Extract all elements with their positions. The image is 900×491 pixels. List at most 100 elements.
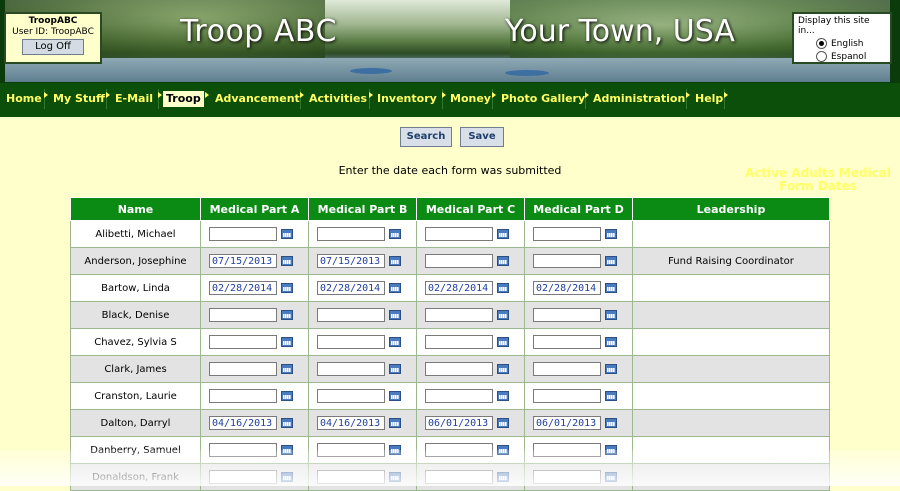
member-name: Clark, James — [70, 355, 201, 383]
date-input[interactable] — [533, 389, 601, 403]
calendar-icon[interactable] — [605, 364, 617, 374]
nav-my-stuff[interactable]: My Stuff — [50, 91, 108, 107]
calendar-icon[interactable] — [281, 391, 293, 401]
calendar-icon[interactable] — [497, 364, 509, 374]
save-button[interactable]: Save — [460, 127, 504, 147]
nav-administration[interactable]: Administration — [590, 91, 688, 107]
date-input[interactable] — [425, 389, 493, 403]
calendar-icon[interactable] — [605, 283, 617, 293]
date-input[interactable] — [317, 335, 385, 349]
date-input[interactable]: 07/15/2013 — [209, 254, 277, 268]
calendar-icon[interactable] — [497, 391, 509, 401]
calendar-icon[interactable] — [497, 256, 509, 266]
calendar-icon[interactable] — [281, 337, 293, 347]
nav-help[interactable]: Help — [692, 91, 726, 107]
date-cell — [200, 220, 309, 248]
calendar-icon[interactable] — [281, 256, 293, 266]
calendar-icon[interactable] — [389, 364, 401, 374]
date-input[interactable] — [533, 308, 601, 322]
date-cell — [308, 328, 417, 356]
date-input[interactable]: 04/16/2013 — [209, 416, 277, 430]
date-input[interactable] — [533, 227, 601, 241]
date-input[interactable] — [425, 308, 493, 322]
date-cell — [416, 382, 525, 410]
calendar-icon[interactable] — [497, 337, 509, 347]
date-input[interactable] — [209, 389, 277, 403]
nav-activities[interactable]: Activities — [306, 91, 370, 107]
date-input[interactable] — [209, 308, 277, 322]
date-input[interactable] — [317, 227, 385, 241]
date-input[interactable]: 02/28/2014 — [209, 281, 277, 295]
calendar-icon[interactable] — [497, 283, 509, 293]
nav-money[interactable]: Money — [447, 91, 494, 107]
leadership-cell — [632, 328, 830, 356]
calendar-icon[interactable] — [605, 229, 617, 239]
date-input[interactable]: 02/28/2014 — [425, 281, 493, 295]
date-input[interactable] — [425, 254, 493, 268]
calendar-icon[interactable] — [605, 256, 617, 266]
calendar-icon[interactable] — [605, 337, 617, 347]
date-input[interactable]: 07/15/2013 — [317, 254, 385, 268]
logoff-button[interactable]: Log Off — [22, 39, 84, 55]
banner-photo — [5, 0, 890, 82]
date-cell: 02/28/2014 — [416, 274, 525, 302]
date-input[interactable] — [425, 362, 493, 376]
calendar-icon[interactable] — [281, 229, 293, 239]
nav-home[interactable]: Home — [3, 91, 45, 107]
date-input[interactable] — [425, 227, 493, 241]
nav-inventory[interactable]: Inventory — [374, 91, 440, 107]
date-cell — [308, 220, 417, 248]
leadership-cell — [632, 409, 830, 437]
calendar-icon[interactable] — [497, 310, 509, 320]
date-input[interactable]: 06/01/2013 — [533, 416, 601, 430]
calendar-icon[interactable] — [497, 418, 509, 428]
date-input[interactable]: 06/01/2013 — [425, 416, 493, 430]
date-input[interactable] — [209, 362, 277, 376]
date-input[interactable] — [425, 335, 493, 349]
calendar-icon[interactable] — [605, 310, 617, 320]
date-input[interactable] — [209, 335, 277, 349]
date-input[interactable] — [533, 254, 601, 268]
language-option-english[interactable]: English — [798, 38, 886, 49]
calendar-icon[interactable] — [389, 310, 401, 320]
date-input[interactable]: 02/28/2014 — [317, 281, 385, 295]
column-header: Medical Part A — [200, 197, 309, 221]
calendar-icon[interactable] — [281, 418, 293, 428]
nav-photo-gallery[interactable]: Photo Gallery — [498, 91, 588, 107]
date-input[interactable] — [533, 362, 601, 376]
calendar-icon[interactable] — [605, 391, 617, 401]
calendar-icon[interactable] — [389, 391, 401, 401]
calendar-icon[interactable] — [605, 418, 617, 428]
radio-icon[interactable] — [816, 38, 827, 49]
radio-icon[interactable] — [816, 51, 827, 62]
date-cell — [416, 301, 525, 329]
calendar-icon[interactable] — [389, 229, 401, 239]
medical-forms-table: Name Medical Part A Medical Part B Medic… — [70, 197, 830, 491]
search-button[interactable]: Search — [400, 127, 452, 147]
date-cell — [524, 301, 633, 329]
site-location: Your Town, USA — [505, 14, 735, 49]
language-option-espanol[interactable]: Espanol — [798, 51, 886, 62]
date-input[interactable] — [317, 308, 385, 322]
leadership-cell — [632, 355, 830, 383]
calendar-icon[interactable] — [281, 283, 293, 293]
date-input[interactable] — [209, 227, 277, 241]
nav-advancement[interactable]: Advancement — [212, 91, 303, 107]
calendar-icon[interactable] — [389, 337, 401, 347]
date-input[interactable] — [533, 335, 601, 349]
date-input[interactable] — [317, 389, 385, 403]
nav-email[interactable]: E-Mail — [112, 91, 156, 107]
date-input[interactable] — [317, 362, 385, 376]
leadership-cell — [632, 301, 830, 329]
calendar-icon[interactable] — [389, 283, 401, 293]
calendar-icon[interactable] — [389, 418, 401, 428]
date-cell — [524, 355, 633, 383]
calendar-icon[interactable] — [389, 256, 401, 266]
date-input[interactable]: 04/16/2013 — [317, 416, 385, 430]
calendar-icon[interactable] — [497, 229, 509, 239]
nav-troop[interactable]: Troop — [163, 91, 204, 107]
calendar-icon[interactable] — [281, 310, 293, 320]
column-header: Name — [70, 197, 201, 221]
calendar-icon[interactable] — [281, 364, 293, 374]
date-input[interactable]: 02/28/2014 — [533, 281, 601, 295]
